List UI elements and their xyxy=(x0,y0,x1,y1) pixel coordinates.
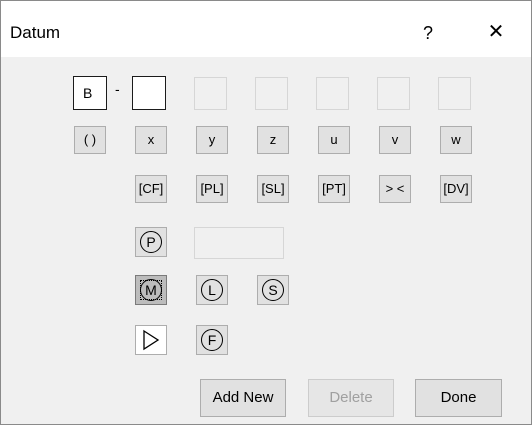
datum-field-w xyxy=(438,77,471,110)
modifier-button-dv[interactable]: [DV] xyxy=(440,175,472,203)
close-button[interactable]: ✕ xyxy=(479,15,513,49)
mmc-button[interactable]: M xyxy=(135,275,167,305)
add-new-button[interactable]: Add New xyxy=(200,379,286,417)
help-button[interactable]: ? xyxy=(413,16,443,50)
axis-button-x[interactable]: x xyxy=(135,126,167,154)
focus-outline: M xyxy=(138,278,164,302)
lmc-button[interactable]: L xyxy=(196,275,228,305)
free-state-button[interactable]: F xyxy=(196,325,228,355)
datum-field-u xyxy=(316,77,349,110)
translation-triangle-icon xyxy=(143,329,160,351)
datum-prefix-input[interactable]: B xyxy=(73,76,107,110)
datum-suffix-input[interactable] xyxy=(132,76,166,110)
modifier-button-cf[interactable]: [CF] xyxy=(135,175,167,203)
datum-field-y xyxy=(194,77,227,110)
rfs-button[interactable]: S xyxy=(257,275,289,305)
axis-button-parens[interactable]: ( ) xyxy=(74,126,106,154)
datum-separator: - xyxy=(115,81,120,97)
title-bar: Datum ? ✕ xyxy=(1,1,531,57)
modifier-button-sl[interactable]: [SL] xyxy=(257,175,289,203)
axis-button-v[interactable]: v xyxy=(379,126,411,154)
projected-zone-icon: P xyxy=(140,231,162,253)
mmc-icon: M xyxy=(140,279,162,301)
datum-field-v xyxy=(377,77,410,110)
axis-button-y[interactable]: y xyxy=(196,126,228,154)
free-state-icon: F xyxy=(201,329,223,351)
projected-zone-button[interactable]: P xyxy=(135,227,167,257)
datum-dialog: Datum ? ✕ B - ( ) x y z u v w [CF] [PL] … xyxy=(0,0,532,425)
axis-button-w[interactable]: w xyxy=(440,126,472,154)
delete-button[interactable]: Delete xyxy=(308,379,394,417)
translation-button[interactable] xyxy=(135,325,167,355)
rfs-icon: S xyxy=(262,279,284,301)
modifier-button-between[interactable]: > < xyxy=(379,175,411,203)
axis-button-u[interactable]: u xyxy=(318,126,350,154)
modifier-button-pl[interactable]: [PL] xyxy=(196,175,228,203)
modifier-button-pt[interactable]: [PT] xyxy=(318,175,350,203)
lmc-icon: L xyxy=(201,279,223,301)
done-button[interactable]: Done xyxy=(415,379,502,417)
window-title: Datum xyxy=(10,23,61,42)
projected-zone-input xyxy=(194,227,284,259)
axis-button-z[interactable]: z xyxy=(257,126,289,154)
datum-field-z xyxy=(255,77,288,110)
